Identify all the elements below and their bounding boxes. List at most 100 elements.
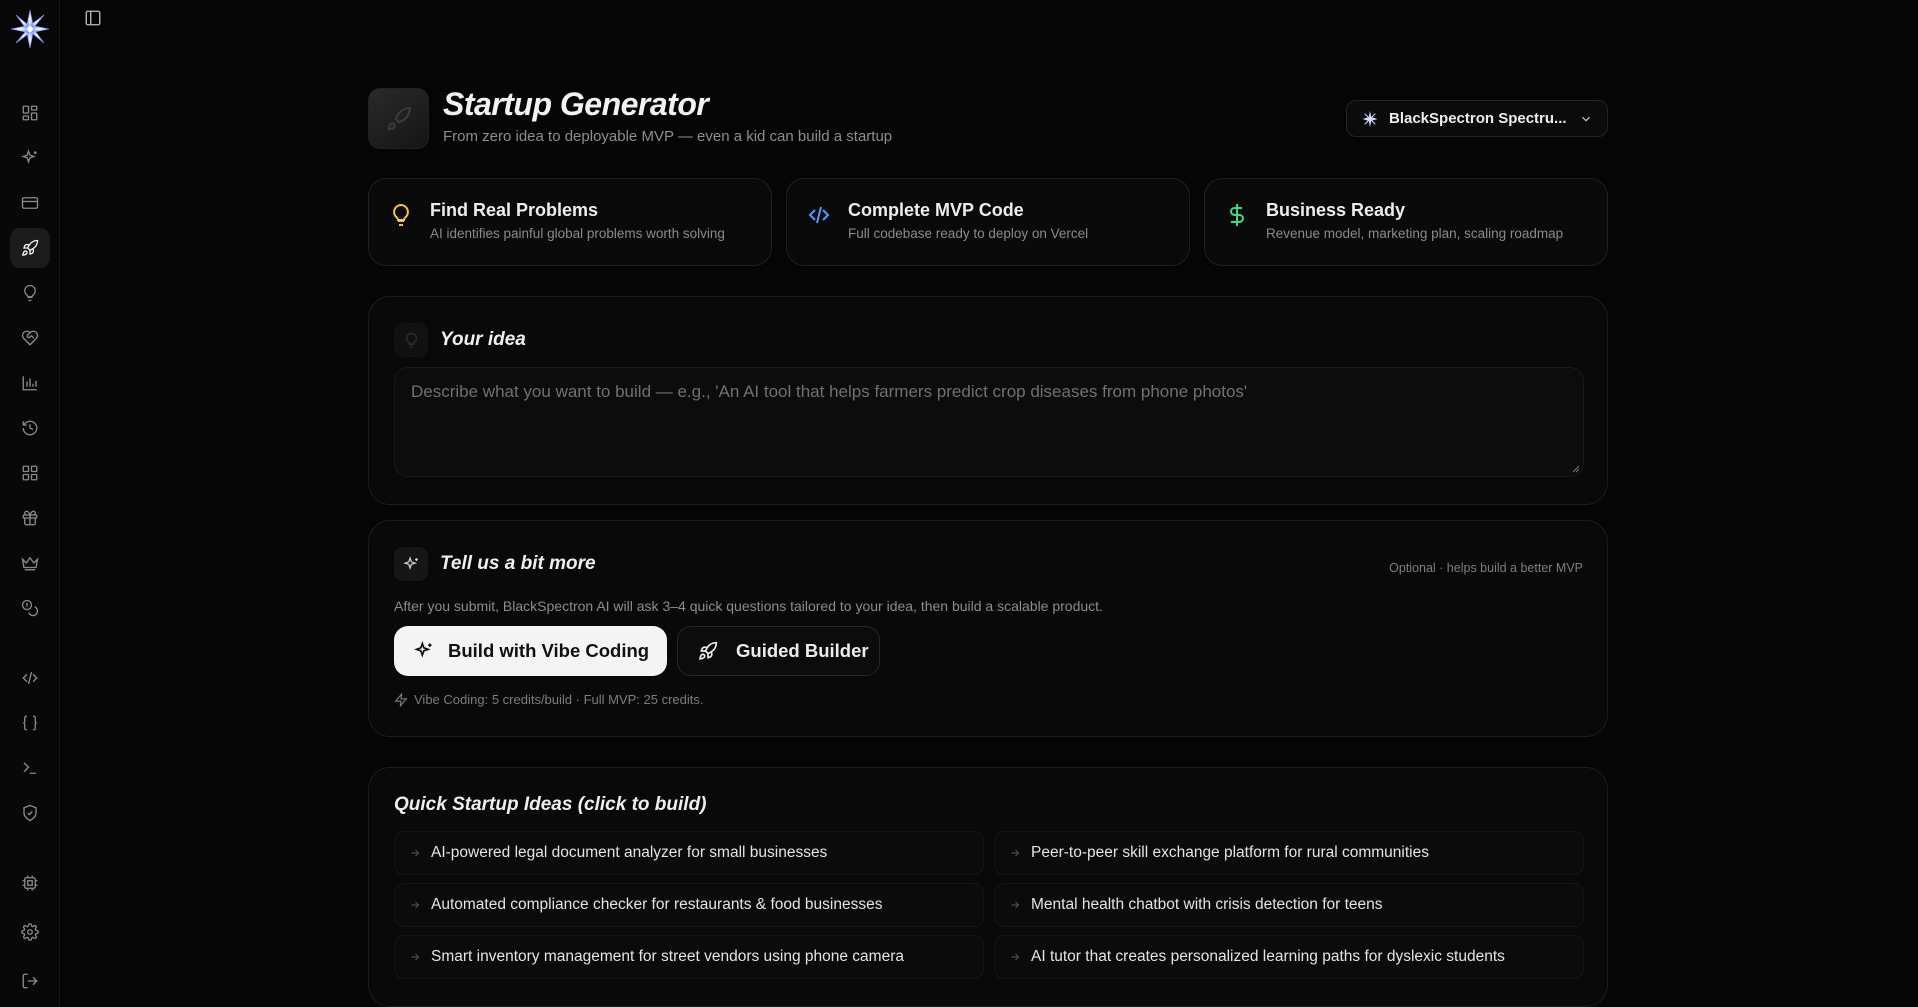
code-icon	[22, 671, 38, 685]
credits-text: Vibe Coding: 5 credits/build · Full MVP:…	[414, 692, 704, 707]
nav-rewards[interactable]	[10, 498, 50, 538]
nav-apps[interactable]	[10, 453, 50, 493]
terminal-icon	[23, 762, 36, 774]
idea-input-wrapper	[394, 367, 1584, 477]
crown-icon	[21, 556, 39, 571]
more-description: After you submit, BlackSpectron AI will …	[394, 598, 1103, 614]
lightbulb-icon	[24, 284, 36, 302]
nav-premium[interactable]	[10, 543, 50, 583]
quick-idea-text: AI-powered legal document analyzer for s…	[431, 844, 828, 861]
nav-terminal[interactable]	[10, 748, 50, 788]
optional-note: Optional · helps build a better MVP	[1389, 561, 1583, 575]
arrow-right-icon	[1011, 953, 1020, 961]
coins-icon	[21, 599, 39, 617]
quick-ideas-title: Quick Startup Ideas (click to build)	[394, 794, 707, 815]
lightbulb-icon	[405, 332, 417, 348]
quick-idea-item[interactable]: Mental health chatbot with crisis detect…	[994, 883, 1584, 927]
sidebar	[0, 0, 60, 1007]
nav-history[interactable]	[10, 408, 50, 448]
shield-check-icon	[23, 804, 37, 822]
idea-card-title: Your idea	[440, 329, 526, 350]
sparkles-icon	[21, 149, 37, 164]
quick-idea-text: Peer-to-peer skill exchange platform for…	[1031, 844, 1429, 861]
idea-input[interactable]	[395, 368, 1583, 476]
gift-icon	[22, 510, 38, 526]
more-info-card: Tell us a bit more Optional · helps buil…	[368, 520, 1608, 737]
page-subtitle: From zero idea to deployable MVP — even …	[443, 128, 893, 145]
arrow-right-icon	[411, 901, 420, 909]
dashboard-icon	[22, 105, 38, 121]
rocket-icon	[699, 641, 718, 660]
nav-code[interactable]	[10, 658, 50, 698]
feature-card-business: Business Ready Revenue model, marketing …	[1204, 178, 1608, 266]
quick-idea-text: Automated compliance checker for restaur…	[431, 896, 883, 913]
nav-models[interactable]	[10, 863, 50, 903]
lightning-icon	[394, 692, 408, 707]
feature-card-mvp-code: Complete MVP Code Full codebase ready to…	[786, 178, 1190, 266]
feature-card-problems: Find Real Problems AI identifies painful…	[368, 178, 772, 266]
nav-ideas[interactable]	[10, 273, 50, 313]
quick-idea-text: Mental health chatbot with crisis detect…	[1031, 896, 1383, 913]
feature-title: Complete MVP Code	[848, 200, 1024, 220]
nav-startup-generator[interactable]	[10, 228, 50, 268]
dollar-icon	[1230, 204, 1244, 226]
code-icon	[808, 206, 830, 224]
quick-idea-item[interactable]: AI-powered legal document analyzer for s…	[394, 831, 984, 875]
apps-grid-icon	[22, 465, 38, 481]
logout-icon	[22, 973, 38, 989]
nav-health[interactable]	[10, 318, 50, 358]
nav-analytics[interactable]	[10, 363, 50, 403]
model-selector[interactable]: BlackSpectron Spectru...	[1346, 100, 1608, 137]
build-vibe-coding-button[interactable]: Build with Vibe Coding	[394, 626, 667, 676]
quick-idea-text: AI tutor that creates personalized learn…	[1031, 948, 1505, 965]
more-card-title: Tell us a bit more	[440, 553, 596, 574]
feature-description: AI identifies painful global problems wo…	[430, 226, 725, 241]
arrow-right-icon	[1011, 901, 1020, 909]
nav-settings[interactable]	[10, 912, 50, 952]
more-card-icon	[394, 547, 428, 581]
rocket-icon	[22, 239, 39, 256]
sidebar-toggle-button[interactable]	[82, 7, 104, 29]
feature-description: Full codebase ready to deploy on Vercel	[848, 226, 1089, 241]
braces-icon	[23, 715, 37, 731]
nav-credits[interactable]	[10, 588, 50, 628]
quick-idea-item[interactable]: Automated compliance checker for restaur…	[394, 883, 984, 927]
arrow-right-icon	[411, 849, 420, 857]
nav-logout[interactable]	[10, 961, 50, 1001]
arrow-right-icon	[1011, 849, 1020, 857]
quick-idea-item[interactable]: Peer-to-peer skill exchange platform for…	[994, 831, 1584, 875]
hero-rocket-icon	[368, 88, 429, 149]
card-icon	[21, 197, 39, 209]
panel-left-icon	[85, 10, 101, 26]
model-selector-label: BlackSpectron Spectru...	[1389, 110, 1567, 127]
quick-idea-text: Smart inventory management for street ve…	[431, 948, 904, 965]
chevron-down-icon	[1582, 116, 1590, 122]
app-logo[interactable]	[9, 8, 51, 50]
credits-note: Vibe Coding: 5 credits/build · Full MVP:…	[394, 692, 704, 707]
idea-card-icon	[394, 323, 428, 357]
nav-billing[interactable]	[10, 183, 50, 223]
nav-dashboard[interactable]	[10, 93, 50, 133]
page-title: Startup Generator	[443, 86, 709, 122]
guided-builder-label: Guided Builder	[736, 640, 869, 661]
settings-icon	[21, 923, 39, 941]
feature-description: Revenue model, marketing plan, scaling r…	[1266, 226, 1564, 241]
nav-security[interactable]	[10, 793, 50, 833]
nav-ai-tools[interactable]	[10, 138, 50, 178]
resize-grip-icon[interactable]	[1572, 465, 1580, 473]
build-vibe-coding-label: Build with Vibe Coding	[448, 640, 650, 661]
feature-title: Find Real Problems	[430, 200, 599, 220]
quick-idea-item[interactable]: Smart inventory management for street ve…	[394, 935, 984, 979]
arrow-right-icon	[411, 953, 420, 961]
guided-builder-button[interactable]: Guided Builder	[677, 626, 880, 676]
spectron-star-icon	[1362, 110, 1378, 127]
app-root: Startup Generator From zero idea to depl…	[0, 0, 1918, 1007]
sparkles-icon	[402, 555, 418, 570]
quick-idea-item[interactable]: AI tutor that creates personalized learn…	[994, 935, 1584, 979]
sparkles-icon	[414, 641, 432, 658]
bar-chart-icon	[22, 376, 37, 391]
nav-json[interactable]	[10, 703, 50, 743]
cpu-icon	[22, 875, 38, 891]
quick-ideas-card: Quick Startup Ideas (click to build) AI-…	[368, 767, 1608, 1007]
history-icon	[22, 420, 38, 436]
